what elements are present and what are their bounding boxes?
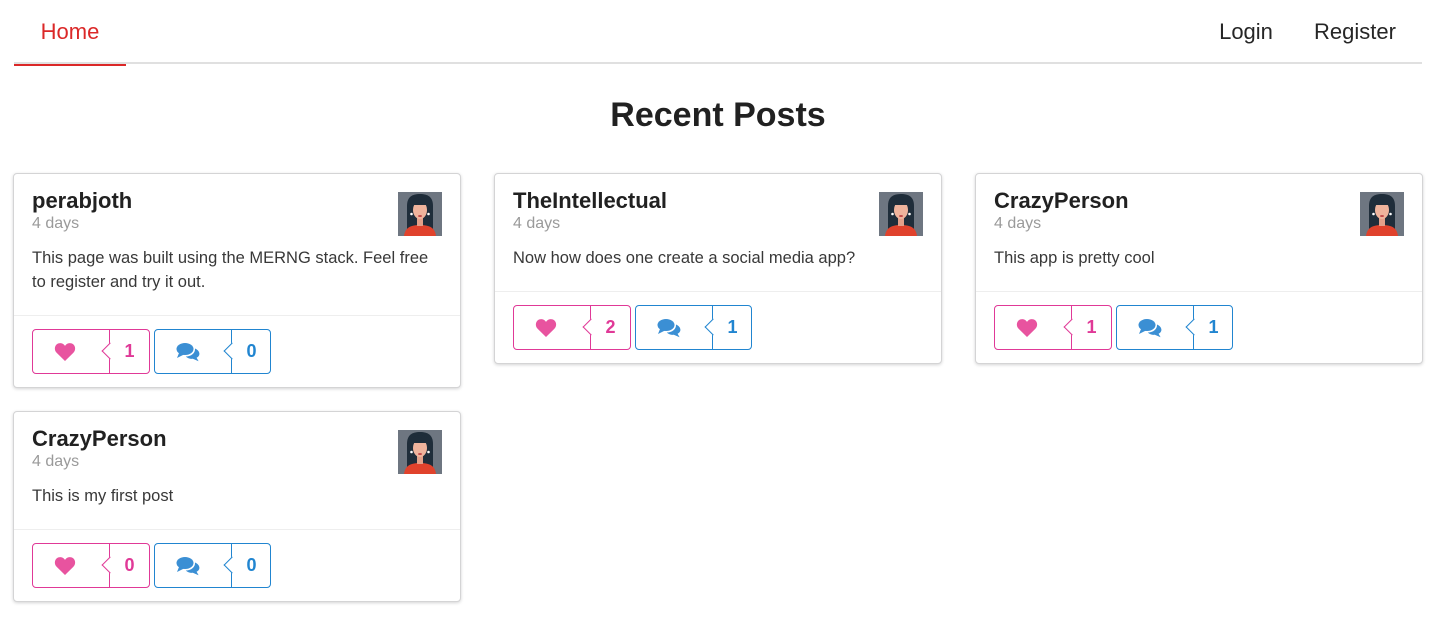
post-card-content: CrazyPerson 4 days This is my first post <box>14 412 460 508</box>
comments-icon-glyph <box>176 557 200 576</box>
like-button[interactable]: 1 <box>32 329 150 374</box>
post-card-content: TheIntellectual 4 days Now how does one … <box>495 174 941 270</box>
post-time[interactable]: 4 days <box>994 214 1404 234</box>
comments-icon-glyph <box>1138 319 1162 338</box>
heart-icon <box>33 330 109 373</box>
post-time[interactable]: 4 days <box>32 452 442 472</box>
page-title: Recent Posts <box>610 96 826 134</box>
avatar-illustration <box>1360 192 1404 236</box>
heart-icon <box>514 306 590 349</box>
comment-count: 1 <box>712 306 752 349</box>
comment-count: 0 <box>231 544 271 587</box>
comments-icon-glyph <box>176 343 200 362</box>
comments-icon-glyph <box>657 319 681 338</box>
comment-button[interactable]: 1 <box>1116 305 1233 350</box>
post-body: This page was built using the MERNG stac… <box>32 249 429 291</box>
comment-button[interactable]: 0 <box>154 543 271 588</box>
user-avatar-icon <box>1360 192 1404 236</box>
post-username[interactable]: CrazyPerson <box>994 188 1404 214</box>
heart-icon-glyph <box>54 557 76 575</box>
post-actions: 1 1 <box>976 291 1422 363</box>
post-card-content: CrazyPerson 4 days This app is pretty co… <box>976 174 1422 270</box>
like-count: 0 <box>109 544 149 587</box>
post-time[interactable]: 4 days <box>513 214 923 234</box>
post-card[interactable]: TheIntellectual 4 days Now how does one … <box>494 173 942 364</box>
user-avatar-icon <box>398 192 442 236</box>
heart-icon-glyph <box>1016 319 1038 337</box>
avatar-illustration <box>879 192 923 236</box>
post-actions: 0 0 <box>14 529 460 601</box>
heart-icon <box>33 544 109 587</box>
post-time[interactable]: 4 days <box>32 214 442 234</box>
comments-icon <box>155 330 231 373</box>
comments-icon <box>1117 306 1193 349</box>
avatar-illustration <box>398 192 442 236</box>
post-username[interactable]: TheIntellectual <box>513 188 923 214</box>
heart-icon-glyph <box>54 343 76 361</box>
nav-login-link[interactable]: Login <box>1194 0 1298 64</box>
comments-icon <box>636 306 712 349</box>
post-body: Now how does one create a social media a… <box>513 249 856 267</box>
comment-button[interactable]: 1 <box>635 305 752 350</box>
post-actions: 1 0 <box>14 315 460 387</box>
like-count: 2 <box>590 306 630 349</box>
heart-icon <box>995 306 1071 349</box>
comment-count: 1 <box>1193 306 1233 349</box>
like-count: 1 <box>1071 306 1111 349</box>
like-button[interactable]: 0 <box>32 543 150 588</box>
user-avatar-icon <box>879 192 923 236</box>
user-avatar-icon <box>398 430 442 474</box>
comment-button[interactable]: 0 <box>154 329 271 374</box>
comment-count: 0 <box>231 330 271 373</box>
post-body: This app is pretty cool <box>994 249 1155 267</box>
post-actions: 2 1 <box>495 291 941 363</box>
heart-icon-glyph <box>535 319 557 337</box>
like-button[interactable]: 2 <box>513 305 631 350</box>
nav-register-link[interactable]: Register <box>1300 0 1410 64</box>
post-username[interactable]: perabjoth <box>32 188 442 214</box>
like-button[interactable]: 1 <box>994 305 1112 350</box>
post-username[interactable]: CrazyPerson <box>32 426 442 452</box>
post-card[interactable]: CrazyPerson 4 days This is my first post… <box>13 411 461 602</box>
comments-icon <box>155 544 231 587</box>
like-count: 1 <box>109 330 149 373</box>
post-card[interactable]: perabjoth 4 days This page was built usi… <box>13 173 461 388</box>
post-card-content: perabjoth 4 days This page was built usi… <box>14 174 460 294</box>
top-menu: Home Login Register <box>14 0 1422 66</box>
post-body: This is my first post <box>32 487 174 505</box>
nav-home-link[interactable]: Home <box>14 0 126 66</box>
post-card[interactable]: CrazyPerson 4 days This app is pretty co… <box>975 173 1423 364</box>
avatar-illustration <box>398 430 442 474</box>
